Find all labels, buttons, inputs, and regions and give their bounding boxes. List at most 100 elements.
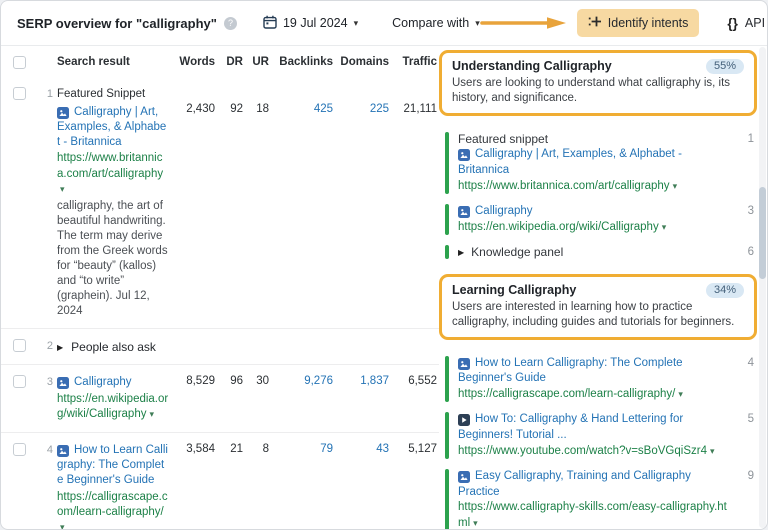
intent-item: ▶ Knowledge panel 6 <box>445 244 756 260</box>
toolbar: SERP overview for "calligraphy" ? 19 Jul… <box>1 1 767 46</box>
rank-number: 4 <box>37 443 57 456</box>
row-checkbox[interactable] <box>13 443 26 456</box>
result-title-link[interactable]: Calligraphy <box>458 204 732 220</box>
rank-number: 2 <box>37 339 57 352</box>
column-header-domains[interactable]: Domains <box>335 56 391 68</box>
intent-share-badge: 55% <box>706 59 744 74</box>
identify-intents-button[interactable]: Identify intents <box>577 9 700 37</box>
intent-item: Easy Calligraphy, Training and Calligrap… <box>445 468 756 529</box>
ur-value: 18 <box>245 87 271 115</box>
result-title-link[interactable]: Calligraphy | Art, Examples, & Alphabet … <box>458 147 732 178</box>
row-checkbox[interactable] <box>13 375 26 388</box>
date-value: 19 Jul 2024 <box>283 16 348 30</box>
intent-items-group: How to Learn Calligraphy: The Complete B… <box>438 343 758 529</box>
chevron-down-icon[interactable]: ▾ <box>149 409 154 419</box>
dr-value: 96 <box>217 375 245 387</box>
column-header-words[interactable]: Words <box>175 56 217 68</box>
chevron-down-icon[interactable]: ▾ <box>473 518 478 528</box>
backlinks-value[interactable]: 9,276 <box>271 375 335 387</box>
compare-with-dropdown[interactable]: Compare with ▾ <box>392 16 480 30</box>
wikipedia-favicon-icon <box>458 206 470 218</box>
backlinks-value[interactable]: 425 <box>271 87 335 115</box>
chevron-down-icon[interactable]: ▾ <box>673 181 678 191</box>
intent-item: Calligraphy https://en.wikipedia.org/wik… <box>445 203 756 236</box>
result-url-link[interactable]: https://calligrascape.com/learn-calligra… <box>57 490 169 530</box>
domains-value[interactable]: 1,837 <box>335 375 391 387</box>
rank-number: 1 <box>748 133 754 145</box>
youtube-play-icon <box>458 414 470 426</box>
chevron-down-icon[interactable]: ▾ <box>60 522 65 529</box>
domains-value[interactable]: 225 <box>335 87 391 115</box>
traffic-value: 5,127 <box>391 443 439 455</box>
result-url-link[interactable]: https://www.britannica.com/art/calligrap… <box>458 179 732 195</box>
date-picker[interactable]: 19 Jul 2024 ▾ <box>263 15 358 32</box>
api-button[interactable]: {} API <box>721 15 768 32</box>
people-also-ask-expander[interactable]: ▶ People also ask <box>57 339 439 354</box>
result-url-link[interactable]: https://en.wikipedia.org/wiki/Calligraph… <box>458 220 732 236</box>
serp-feature-label: Featured Snippet <box>57 87 169 102</box>
result-description: calligraphy, the art of beautiful handwr… <box>57 199 169 319</box>
intents-panel: Understanding Calligraphy 55% Users are … <box>438 46 758 529</box>
row-checkbox[interactable] <box>13 339 26 352</box>
intent-item: How to Learn Calligraphy: The Complete B… <box>445 355 756 404</box>
table-row: 1 Featured Snippet Calligraphy | Art, Ex… <box>1 77 439 328</box>
chevron-down-icon[interactable]: ▾ <box>662 222 667 232</box>
sparkle-icon <box>588 15 601 31</box>
result-title-link[interactable]: Calligraphy | Art, Examples, & Alphabet … <box>57 105 169 151</box>
intent-card-understanding: Understanding Calligraphy 55% Users are … <box>439 50 757 116</box>
chevron-down-icon[interactable]: ▾ <box>60 184 65 194</box>
result-url-link[interactable]: https://www.calligraphy-skills.com/easy-… <box>458 500 732 529</box>
result-url-link[interactable]: https://calligrascape.com/learn-calligra… <box>458 387 732 403</box>
chevron-down-icon[interactable]: ▾ <box>710 446 715 456</box>
result-title-link[interactable]: How to Learn Calligraphy: The Complete B… <box>57 443 169 489</box>
column-header-ur[interactable]: UR <box>245 56 271 68</box>
words-value: 3,584 <box>175 443 217 455</box>
result-title-link[interactable]: Calligraphy <box>57 375 169 390</box>
result-title-link[interactable]: How to Learn Calligraphy: The Complete B… <box>458 356 732 387</box>
column-header-search-result[interactable]: Search result <box>57 56 175 68</box>
site-favicon-icon <box>458 471 470 483</box>
domains-value[interactable]: 43 <box>335 443 391 455</box>
table-row: 2 ▶ People also ask <box>1 328 439 364</box>
chevron-down-icon[interactable]: ▾ <box>678 389 683 399</box>
info-icon[interactable]: ? <box>224 17 237 30</box>
rank-number: 6 <box>748 246 754 258</box>
ur-value: 30 <box>245 375 271 387</box>
result-title-link[interactable]: Easy Calligraphy, Training and Calligrap… <box>458 469 732 500</box>
result-url-link[interactable]: https://www.youtube.com/watch?v=sBoVGqiS… <box>458 444 732 460</box>
knowledge-panel-label: Knowledge panel <box>471 245 563 259</box>
row-checkbox[interactable] <box>13 87 26 100</box>
serp-feature-label: Featured snippet <box>458 132 732 148</box>
site-favicon-icon <box>57 445 69 457</box>
rank-number: 3 <box>37 375 57 388</box>
traffic-value: 21,111 <box>391 87 439 115</box>
words-value: 8,529 <box>175 375 217 387</box>
column-header-dr[interactable]: DR <box>217 56 245 68</box>
intent-description: Users are interested in learning how to … <box>452 300 744 330</box>
scrollbar-thumb[interactable] <box>759 187 766 279</box>
result-url-link[interactable]: https://www.britannica.com/art/calligrap… <box>57 151 169 197</box>
table-row: 4 How to Learn Calligraphy: The Complete… <box>1 432 439 529</box>
compare-with-label: Compare with <box>392 16 469 30</box>
rank-number: 3 <box>748 205 754 217</box>
result-url-link[interactable]: https://en.wikipedia.org/wiki/Calligraph… <box>57 392 169 422</box>
table-row: 3 Calligraphy https://en.wikipedia.org/w… <box>1 364 439 432</box>
rank-number: 9 <box>748 470 754 482</box>
britannica-favicon-icon <box>458 149 470 161</box>
table-header-row: Search result Words DR UR Backlinks Doma… <box>1 46 439 77</box>
vertical-scrollbar[interactable] <box>759 47 766 528</box>
intent-name: Learning Calligraphy <box>452 283 576 297</box>
result-title-link[interactable]: How To: Calligraphy & Hand Lettering for… <box>458 412 732 443</box>
rank-number: 1 <box>37 87 57 100</box>
rank-number: 5 <box>748 413 754 425</box>
triangle-right-icon: ▶ <box>458 248 464 257</box>
backlinks-value[interactable]: 79 <box>271 443 335 455</box>
intent-card-learning: Learning Calligraphy 34% Users are inter… <box>439 274 757 340</box>
traffic-value: 6,552 <box>391 375 439 387</box>
select-all-checkbox[interactable] <box>13 56 26 69</box>
column-header-backlinks[interactable]: Backlinks <box>271 56 335 68</box>
knowledge-panel-expander[interactable]: ▶ Knowledge panel <box>458 245 732 259</box>
annotation-arrow-icon <box>480 16 568 30</box>
column-header-traffic[interactable]: Traffic <box>391 56 439 68</box>
intent-items-group: Featured snippet Calligraphy | Art, Exam… <box>438 119 758 273</box>
